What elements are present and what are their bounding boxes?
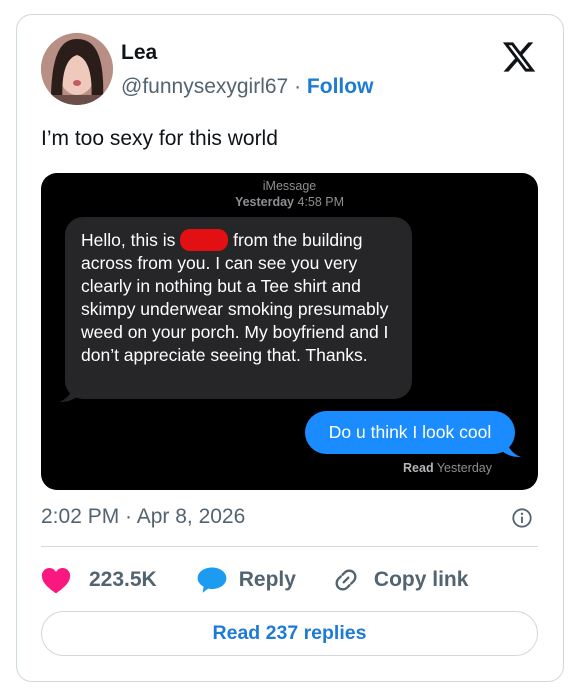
tweet-text: I’m too sexy for this world bbox=[41, 127, 278, 150]
read-label: Read bbox=[403, 461, 434, 475]
divider bbox=[41, 546, 538, 547]
read-time: Yesterday bbox=[436, 461, 492, 475]
incoming-message-rest: from the building across from you. I can… bbox=[81, 230, 389, 365]
reply-button[interactable]: Reply bbox=[197, 566, 296, 594]
separator-dot: · bbox=[294, 75, 302, 98]
speech-bubble-icon bbox=[197, 567, 227, 593]
author-handle-row: @funnysexygirl67 · Follow bbox=[121, 75, 373, 99]
incoming-message-start: Hello, this is bbox=[81, 230, 176, 250]
action-bar: 223.5K Reply Copy link bbox=[41, 563, 468, 597]
outgoing-bubble-tail bbox=[501, 438, 521, 457]
imessage-timestamp: Yesterday 4:58 PM bbox=[41, 195, 538, 209]
tweet-card: Lea @funnysexygirl67 · Follow I’m too se… bbox=[16, 14, 564, 682]
x-logo-icon[interactable] bbox=[501, 39, 537, 75]
tweet-media-image[interactable]: iMessage Yesterday 4:58 PM Hello, this i… bbox=[41, 173, 538, 490]
like-count: 223.5K bbox=[89, 568, 157, 591]
avatar[interactable] bbox=[41, 33, 113, 105]
author-handle[interactable]: @funnysexygirl67 bbox=[121, 75, 288, 98]
link-icon bbox=[335, 569, 357, 591]
info-icon[interactable] bbox=[511, 507, 533, 529]
reply-label: Reply bbox=[238, 568, 296, 591]
copy-link-label: Copy link bbox=[373, 568, 469, 591]
copy-link-button[interactable]: Copy link bbox=[332, 566, 469, 594]
read-receipt: Read Yesterday bbox=[403, 461, 492, 475]
incoming-message-bubble: Hello, this is from the building across … bbox=[59, 217, 412, 402]
outgoing-message-bubble: Do u think I look cool bbox=[305, 411, 521, 457]
follow-button[interactable]: Follow bbox=[307, 75, 374, 98]
heart-icon bbox=[41, 567, 71, 593]
imessage-day: Yesterday bbox=[234, 195, 295, 209]
tweet-timestamp[interactable]: 2:02 PM · Apr 8, 2026 bbox=[41, 505, 245, 529]
imessage-service-label: iMessage bbox=[262, 179, 317, 193]
outgoing-message-text: Do u think I look cool bbox=[328, 422, 492, 442]
like-button[interactable]: 223.5K bbox=[41, 567, 157, 594]
read-replies-button[interactable]: Read 237 replies bbox=[41, 611, 538, 656]
redaction-mark bbox=[180, 229, 229, 251]
avatar-photo bbox=[41, 33, 113, 105]
author-name[interactable]: Lea bbox=[121, 41, 157, 65]
imessage-time: 4:58 PM bbox=[297, 195, 345, 209]
incoming-bubble-tail bbox=[59, 383, 79, 402]
